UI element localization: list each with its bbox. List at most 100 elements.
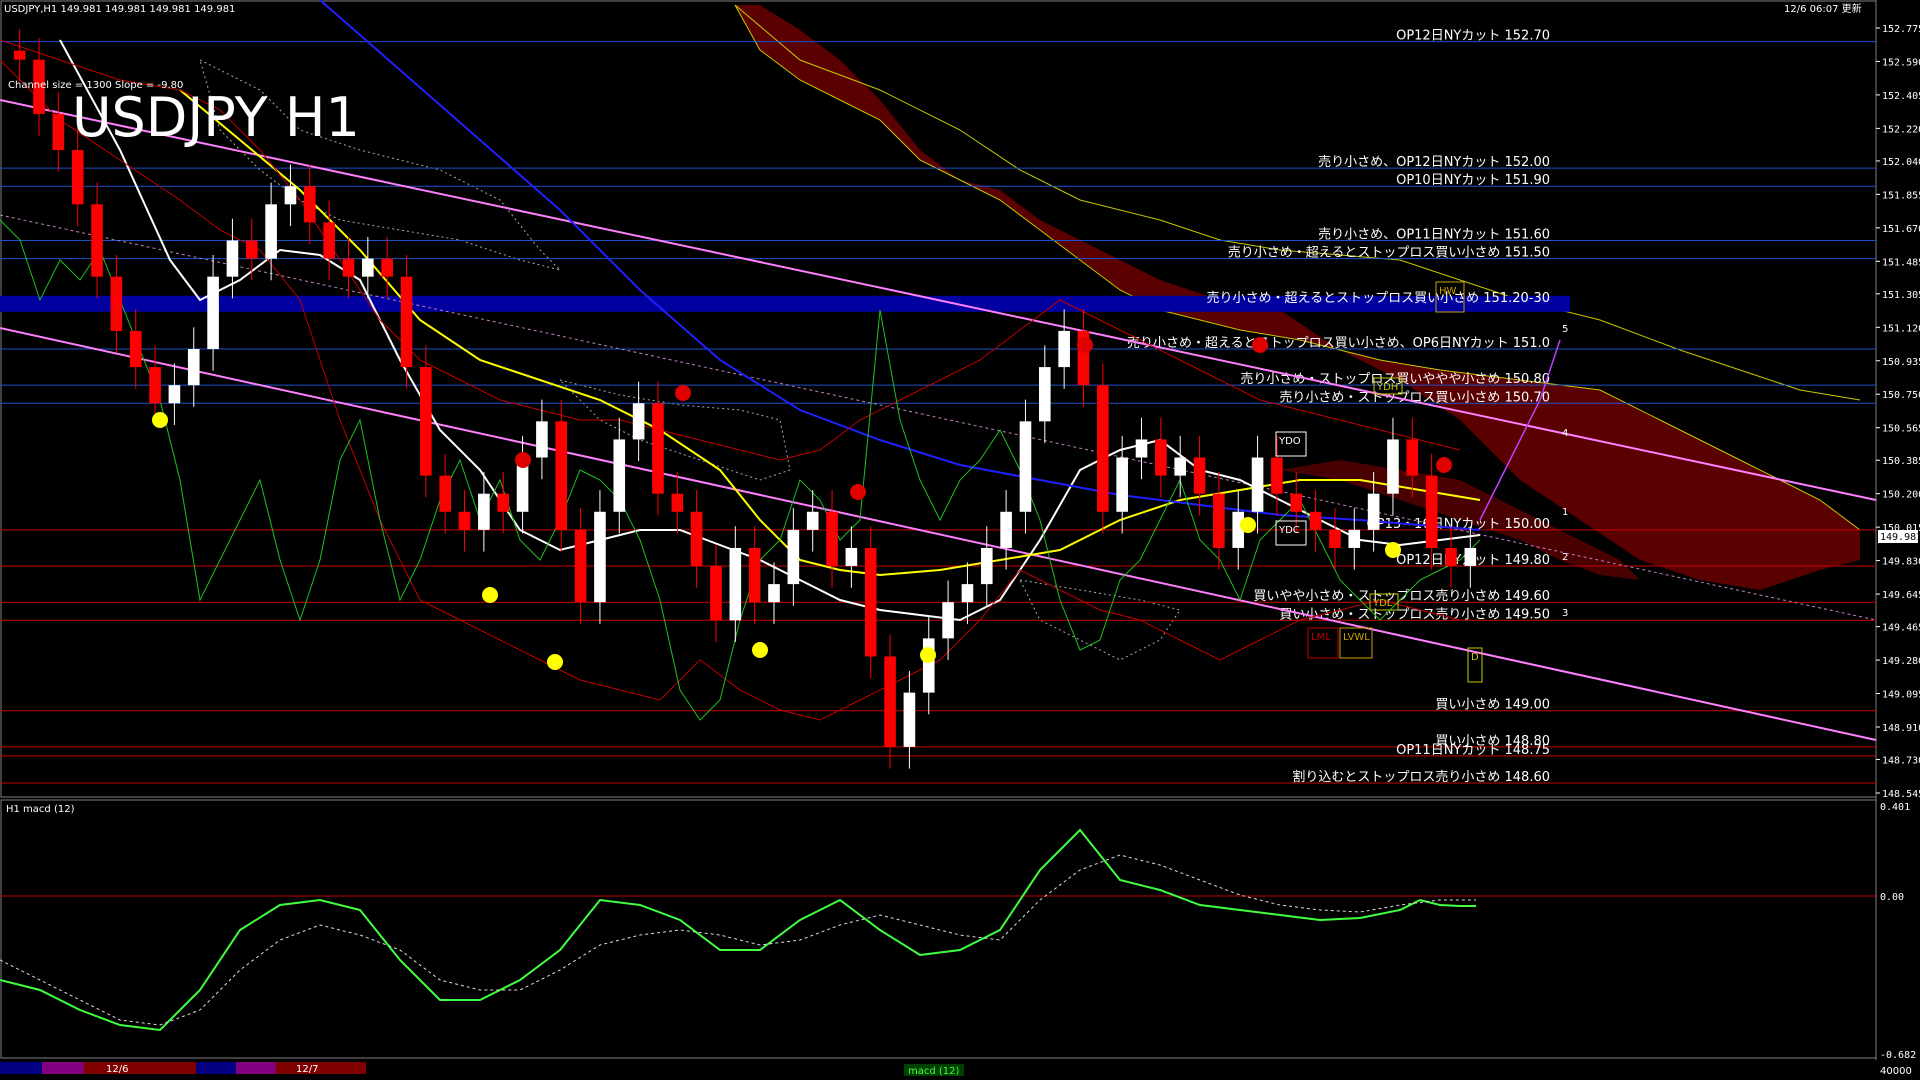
candle-body bbox=[91, 204, 103, 277]
candle-body bbox=[884, 656, 896, 747]
marker-box-label: YDH bbox=[1376, 382, 1398, 393]
fractal-down-marker bbox=[1077, 337, 1093, 353]
candle-body bbox=[787, 529, 800, 585]
big-title: USDJPY H1 bbox=[72, 86, 360, 149]
macd-bottom-value: 40000 bbox=[1880, 1066, 1912, 1077]
candle-body bbox=[1329, 529, 1341, 548]
price-tick-label: 148.910 bbox=[1882, 723, 1920, 734]
fractal-up-marker bbox=[1385, 542, 1401, 558]
candle-body bbox=[1251, 457, 1264, 512]
server-time: 12/6 06:07 更新 bbox=[1784, 2, 1862, 15]
candle-body bbox=[226, 240, 239, 277]
price-tick-label: 150.935 bbox=[1882, 357, 1920, 368]
macd-tick-label: 0.00 bbox=[1880, 892, 1904, 903]
candle-body bbox=[536, 421, 548, 458]
fractal-up-marker bbox=[152, 412, 168, 428]
level-label: OP12日NYカット 152.70 bbox=[1396, 29, 1550, 44]
price-tick-label: 149.280 bbox=[1882, 656, 1920, 667]
candle-body bbox=[864, 547, 877, 657]
candle-body bbox=[980, 547, 993, 585]
candle-body bbox=[458, 511, 471, 530]
candle-body bbox=[1155, 439, 1167, 476]
price-tick-label: 149.465 bbox=[1882, 623, 1920, 634]
chart-canvas[interactable]: OP12日NYカット 152.70 売り小さめ、OP12日NYカット 152.00… bbox=[0, 0, 1920, 1080]
candle-body bbox=[1135, 439, 1148, 458]
candle-body bbox=[1367, 493, 1380, 530]
channel-number: 3 bbox=[1562, 608, 1568, 619]
candle-body bbox=[1097, 385, 1109, 512]
candle-body bbox=[1174, 457, 1186, 476]
channel-number: 5 bbox=[1562, 324, 1568, 335]
candle-body bbox=[748, 547, 761, 603]
channel-number: 2 bbox=[1562, 552, 1568, 563]
level-label: 売り小さめ・超えるとストップロス買い小さめ 151.20-30 bbox=[1207, 290, 1550, 306]
price-tick-label: 151.485 bbox=[1882, 257, 1920, 268]
level-label: 売り小さめ、OP12日NYカット 152.00 bbox=[1318, 154, 1550, 170]
price-tick-label: 151.670 bbox=[1882, 224, 1920, 235]
candle-body bbox=[149, 367, 161, 404]
candle-body bbox=[362, 258, 374, 277]
candle-body bbox=[1019, 421, 1032, 512]
price-tick-label: 152.040 bbox=[1882, 157, 1920, 168]
date-label-1: 12/6 bbox=[106, 1064, 128, 1075]
candle-body bbox=[381, 258, 393, 277]
level-label: 売り小さめ、OP11日NYカット 151.60 bbox=[1318, 227, 1550, 243]
marker-box-label: D bbox=[1471, 652, 1479, 663]
date-label-2: 12/7 bbox=[296, 1064, 318, 1075]
macd-tick-label: -0.682 bbox=[1880, 1050, 1916, 1061]
macd-indicator bbox=[0, 828, 1876, 1032]
price-tick-label: 151.855 bbox=[1882, 190, 1920, 201]
price-tick-label: 150.750 bbox=[1882, 390, 1920, 401]
marker-box-label: YDL bbox=[1372, 598, 1393, 609]
candle-body bbox=[1271, 457, 1283, 494]
price-tick-label: 151.120 bbox=[1882, 323, 1920, 334]
candle-body bbox=[168, 385, 181, 404]
fractal-up-marker bbox=[752, 642, 768, 658]
macd-line bbox=[0, 828, 1476, 1032]
level-label: OP13・16日NYカット 150.00 bbox=[1367, 517, 1550, 532]
candle-body bbox=[187, 349, 200, 386]
candle-body bbox=[497, 493, 510, 512]
macd-signal-line bbox=[0, 854, 1476, 1026]
price-tick-label: 152.220 bbox=[1882, 124, 1920, 135]
candle-body bbox=[1058, 330, 1070, 368]
candle-body bbox=[1464, 547, 1477, 567]
ichimoku-cloud bbox=[199, 4, 1861, 661]
candle-body bbox=[1000, 511, 1012, 548]
level-label: 売り小さめ・ストップロス買い小さめ 150.70 bbox=[1279, 389, 1550, 405]
candle-body bbox=[1116, 457, 1128, 512]
fractal-up-marker bbox=[1240, 517, 1256, 533]
level-label: 売り小さめ・超えるとストップロス買い小さめ 151.50 bbox=[1228, 245, 1550, 261]
candle-body bbox=[400, 276, 413, 368]
fractal-down-marker bbox=[1252, 337, 1268, 353]
candle-body bbox=[207, 276, 219, 350]
candle-body bbox=[284, 186, 297, 205]
candle-body bbox=[710, 566, 722, 621]
symbol-info: USDJPY,H1 149.981 149.981 149.981 149.98… bbox=[4, 4, 235, 15]
price-tick-label: 150.200 bbox=[1882, 490, 1920, 501]
price-tick-label: 152.405 bbox=[1882, 91, 1920, 102]
price-tick-label: 149.095 bbox=[1882, 690, 1920, 701]
macd-panel-frame bbox=[0, 799, 1877, 1059]
price-tick-label: 152.775 bbox=[1882, 24, 1920, 35]
candle-body bbox=[942, 602, 954, 639]
candle-body bbox=[768, 584, 780, 603]
candle-body bbox=[439, 475, 451, 512]
candle-body bbox=[420, 367, 432, 476]
price-tick-label: 148.545 bbox=[1882, 789, 1920, 800]
candle-body bbox=[52, 113, 65, 151]
candle-body bbox=[1406, 439, 1419, 476]
level-label: OP11日NYカット 148.75 bbox=[1396, 743, 1550, 758]
candle-body bbox=[265, 204, 277, 259]
level-label: 買いやや小さめ・ストップロス売り小さめ 149.60 bbox=[1253, 588, 1550, 604]
marker-box-label: LML bbox=[1311, 632, 1331, 643]
level-label: 買い小さめ 149.00 bbox=[1435, 698, 1550, 713]
white-cloud-2 bbox=[558, 379, 791, 481]
candle-body bbox=[652, 403, 664, 494]
price-tick-label: 148.730 bbox=[1882, 756, 1920, 767]
marker-box-label: LVWL bbox=[1343, 632, 1370, 643]
candle-body bbox=[555, 421, 568, 530]
marker-box-label: YDC bbox=[1278, 525, 1300, 536]
candle-body bbox=[1387, 439, 1399, 494]
level-label: 売り小さめ・超えるとストップロス買い小さめ、OP6日NYカット 151.0 bbox=[1127, 335, 1550, 351]
